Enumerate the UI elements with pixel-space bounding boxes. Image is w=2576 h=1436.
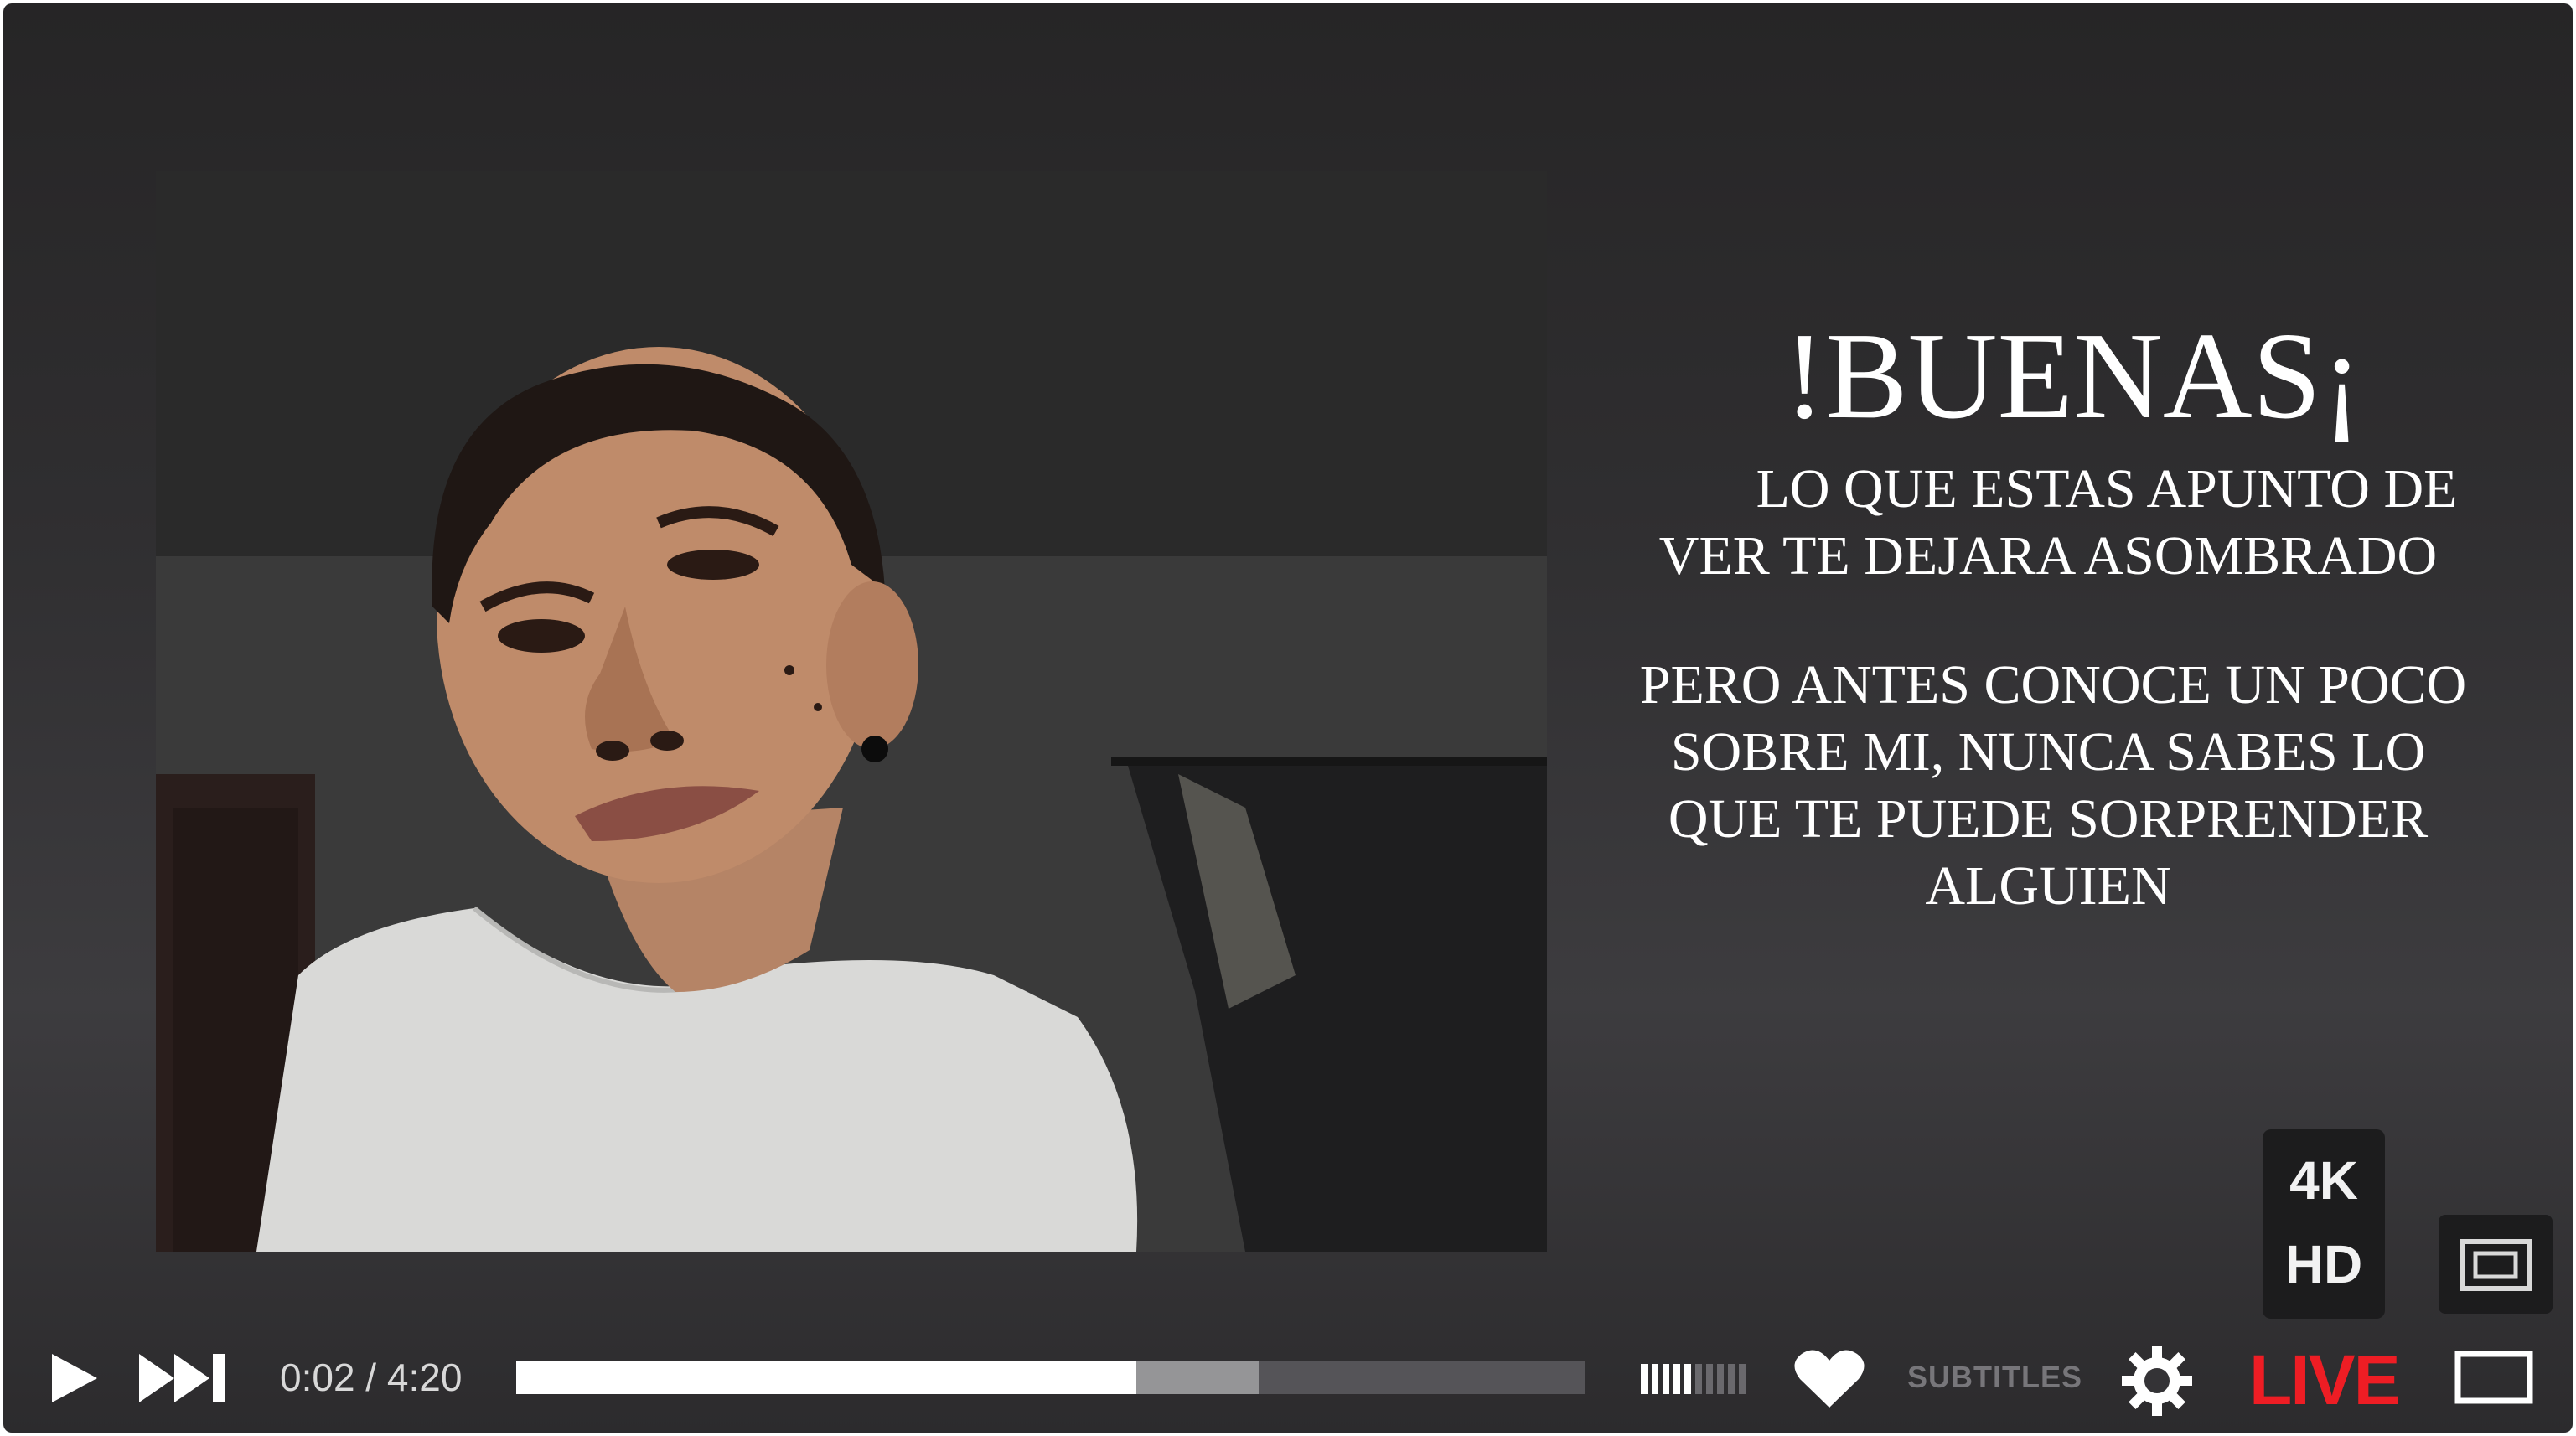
volume-bar[interactable] xyxy=(1684,1364,1691,1394)
volume-bar[interactable] xyxy=(1739,1364,1746,1394)
volume-bar[interactable] xyxy=(1706,1364,1713,1394)
fullscreen-icon[interactable] xyxy=(2454,1347,2534,1408)
live-badge[interactable]: LIVE xyxy=(2249,1342,2401,1418)
caption-line: PERO ANTES CONOCE UN POCO xyxy=(1639,654,2467,715)
volume-bar[interactable] xyxy=(1717,1364,1724,1394)
time-display: 0:02 / 4:20 xyxy=(280,1356,463,1399)
volume-bar[interactable] xyxy=(1673,1364,1680,1394)
volume-bar[interactable] xyxy=(1695,1364,1702,1394)
caption-line: QUE TE PUEDE SORPRENDER xyxy=(1668,788,2429,850)
pip-popup[interactable] xyxy=(2439,1215,2553,1314)
skip-next-icon[interactable] xyxy=(136,1349,230,1408)
quality-menu[interactable]: 4K HD xyxy=(2263,1129,2385,1319)
caption-line: VER TE DEJARA ASOMBRADO xyxy=(1658,525,2438,586)
picture-in-picture-icon xyxy=(2460,1239,2532,1291)
progress-played xyxy=(516,1361,1137,1394)
volume-bar[interactable] xyxy=(1652,1364,1658,1394)
volume-bar[interactable] xyxy=(1641,1364,1648,1394)
subtitles-button[interactable]: SUBTITLES xyxy=(1907,1359,2082,1396)
video-photo xyxy=(156,171,1547,1252)
video-player[interactable]: !BUENAS¡ LO QUE ESTAS APUNTO DE VER TE D… xyxy=(3,3,2573,1433)
progress-bar[interactable] xyxy=(516,1361,1585,1394)
volume-icon[interactable] xyxy=(1637,1361,1755,1397)
volume-bar[interactable] xyxy=(1663,1364,1669,1394)
play-icon[interactable] xyxy=(45,1349,104,1408)
caption-line: SOBRE MI, NUNCA SABES LO xyxy=(1670,721,2426,783)
quality-hd-option[interactable]: HD xyxy=(2263,1233,2385,1295)
video-title: !BUENAS¡ xyxy=(1783,307,2363,445)
caption-line: LO QUE ESTAS APUNTO DE xyxy=(1756,458,2458,519)
caption-line: ALGUIEN xyxy=(1925,855,2171,917)
settings-gear-icon[interactable] xyxy=(2120,1344,2194,1418)
volume-bar[interactable] xyxy=(1728,1364,1735,1394)
quality-4k-option[interactable]: 4K xyxy=(2263,1149,2385,1211)
heart-icon[interactable] xyxy=(1793,1347,1865,1411)
